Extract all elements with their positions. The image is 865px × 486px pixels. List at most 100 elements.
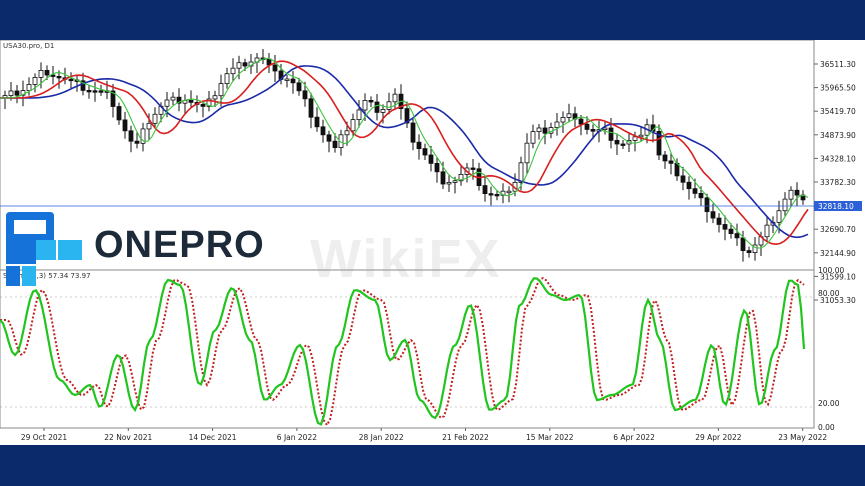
candle-body [212,95,218,100]
candle-body [416,141,422,149]
candle-body [332,140,338,148]
candle-body [638,134,644,138]
candle-body [134,140,140,144]
candle-body [662,154,668,162]
onepro-logo: ONEPRO [6,212,266,290]
onepro-logo-text: ONEPRO [94,224,265,266]
candle-body [386,101,392,110]
price-tick-label: 32690.70 [820,225,856,234]
candle-body [8,90,14,96]
onepro-logo-mark-icon [6,212,82,286]
date-tick-label: 15 Mar 2022 [526,433,574,442]
date-tick-label: 22 Nov 2021 [104,433,152,442]
candle-body [440,171,446,185]
candle-body [422,148,428,156]
candle-body [308,98,314,118]
candle-body [296,82,302,92]
candle-body [746,250,752,253]
candle-body [152,113,158,124]
candle-body [524,142,530,164]
candle-body [392,93,398,103]
candle-body [362,100,368,111]
date-tick-label: 28 Jan 2022 [359,433,404,442]
candle-body [614,140,620,145]
candle-body [608,127,614,141]
stoch-tick-label: 100.00 [818,266,844,275]
candle-body [788,189,794,200]
candle-body [506,190,512,194]
candle-body [290,78,296,84]
current-price-value: 32818.10 [818,202,854,211]
candle-body [320,126,326,136]
chart-frame: USA30.pro, D1 Stoch(5,3,3) 57.34 73.97 3… [0,39,865,445]
candle-body [218,83,224,97]
candle-body [446,181,452,185]
candle-body [536,127,542,132]
candle-body [776,210,782,223]
candle-body [146,122,152,130]
date-tick-label: 23 May 2022 [778,433,827,442]
candle-body [554,121,560,128]
date-tick-label: 29 Apr 2022 [695,433,742,442]
candle-body [734,233,740,239]
candle-body [92,90,98,93]
candle-body [518,162,524,183]
symbol-label: USA30.pro, D1 [3,42,54,50]
candle-body [794,189,800,196]
candle-body [530,131,536,144]
candle-body [560,117,566,123]
candle-body [302,90,308,100]
candle-body [578,118,584,125]
candle-body [356,109,362,120]
candle-body [116,106,122,121]
candle-body [344,130,350,136]
candle-body [494,193,500,197]
candle-body [272,64,278,72]
candle-body [680,175,686,183]
candle-body [428,154,434,164]
candle-body [38,69,44,78]
candle-body [740,237,746,251]
candle-body [314,116,320,128]
candle-body [350,119,356,132]
date-tick-label: 14 Dec 2021 [189,433,237,442]
wikifx-watermark: WikiFX [310,229,502,289]
candle-body [410,122,416,143]
candle-body [230,67,236,75]
candle-body [284,78,290,81]
price-tick-label: 36511.30 [820,60,856,69]
candle-body [698,192,704,199]
candle-body [236,62,242,69]
candle-body [590,129,596,132]
stoch-tick-label: 20.00 [818,399,840,408]
candle-body [710,211,716,219]
price-tick-label: 34873.90 [820,131,856,140]
date-tick-label: 21 Feb 2022 [442,433,489,442]
candle-body [704,197,710,213]
candle-body [584,123,590,130]
stoch-tick-label: 80.00 [818,289,840,298]
candle-body [632,136,638,141]
bottom-banner [0,445,865,486]
candle-body [14,90,20,96]
candle-body [728,228,734,234]
price-tick-label: 33782.30 [820,178,856,187]
candle-body [170,96,176,101]
stoch-tick-label: 0.00 [818,423,835,432]
candle-body [542,127,548,134]
candle-body [98,90,104,93]
candle-body [32,77,38,85]
candle-body [188,100,194,103]
price-tick-label: 34328.10 [820,154,856,163]
candle-body [374,101,380,113]
candle-body [566,113,572,118]
candle-body [782,198,788,212]
date-axis: 29 Oct 2021 22 Nov 2021 14 Dec 2021 6 Jan 2… [21,428,827,442]
candle-body [326,134,332,142]
candle-body [26,84,32,92]
candle-body [128,130,134,142]
candle-body [470,167,476,170]
date-tick-label: 6 Apr 2022 [613,433,655,442]
candle-body [86,90,92,93]
candle-body [380,109,386,113]
